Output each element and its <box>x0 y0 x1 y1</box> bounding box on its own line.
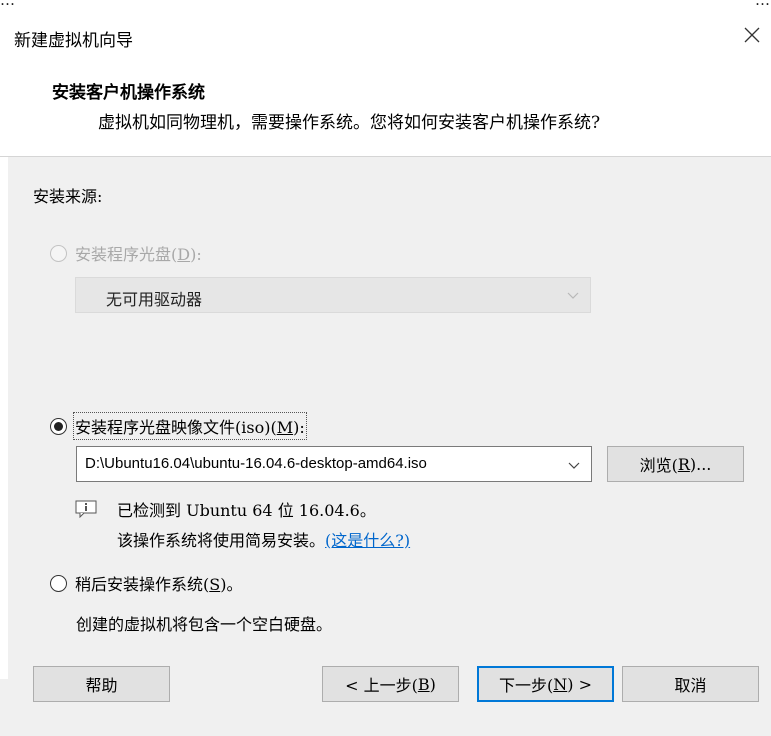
wizard-footer: 帮助 < 上一步(B) 下一步(N) > 取消 <box>0 666 771 736</box>
cancel-button[interactable]: 取消 <box>622 666 759 702</box>
window-title: 新建虚拟机向导 <box>14 31 133 51</box>
wizard-header: 安装客户机操作系统 虚拟机如同物理机，需要操作系统。您将如何安装客户机操作系统? <box>0 56 771 156</box>
next-button[interactable]: 下一步(N) > <box>477 666 614 702</box>
radio-install-disc[interactable]: 安装程序光盘(D): <box>50 241 202 265</box>
iso-path-value: D:\Ubuntu16.04\ubuntu-16.04.6-desktop-am… <box>85 455 427 472</box>
disc-drive-value: 无可用驱动器 <box>106 290 203 309</box>
background-text-left: … <box>0 0 16 9</box>
radio-disc-indicator[interactable] <box>50 244 67 262</box>
back-button[interactable]: < 上一步(B) <box>322 666 459 702</box>
info-icon <box>75 500 97 519</box>
install-source-label: 安装来源: <box>33 187 103 206</box>
radio-iso-label: 安装程序光盘映像文件(iso)(M): <box>73 412 307 440</box>
close-icon[interactable] <box>741 24 763 46</box>
radio-later-indicator[interactable] <box>50 574 67 592</box>
whats-this-link[interactable]: (这是什么?) <box>325 531 410 550</box>
disc-drive-select[interactable]: 无可用驱动器 <box>75 277 591 313</box>
iso-path-combobox[interactable]: D:\Ubuntu16.04\ubuntu-16.04.6-desktop-am… <box>76 446 592 482</box>
page-title: 安装客户机操作系统 <box>52 83 205 103</box>
easy-install-text: 该操作系统将使用简易安装。(这是什么?) <box>117 531 411 550</box>
help-button[interactable]: 帮助 <box>33 666 170 702</box>
detected-os-text: 已检测到 Ubuntu 64 位 16.04.6。 <box>117 501 376 520</box>
radio-install-later[interactable]: 稍后安装操作系统(S)。 <box>50 571 242 595</box>
chevron-down-icon[interactable] <box>567 458 581 472</box>
background-text-right: … <box>755 0 771 9</box>
radio-iso-indicator[interactable] <box>50 417 67 435</box>
install-source-panel: 安装来源: 安装程序光盘(D): 无可用驱动器 安装程序光盘映像文件(iso)(… <box>8 157 771 679</box>
radio-later-label: 稍后安装操作系统(S)。 <box>75 575 243 594</box>
radio-disc-label: 安装程序光盘(D): <box>75 245 202 264</box>
browse-button[interactable]: 浏览(R)... <box>607 446 744 482</box>
titlebar: 新建虚拟机向导 <box>0 12 771 56</box>
chevron-down-icon <box>566 288 580 302</box>
background-window-strip: … … <box>0 0 771 12</box>
new-vm-wizard-dialog: 新建虚拟机向导 安装客户机操作系统 虚拟机如同物理机，需要操作系统。您将如何安装… <box>0 12 771 736</box>
blank-disk-note: 创建的虚拟机将包含一个空白硬盘。 <box>76 615 333 634</box>
page-subtitle: 虚拟机如同物理机，需要操作系统。您将如何安装客户机操作系统? <box>98 113 601 133</box>
radio-install-iso[interactable]: 安装程序光盘映像文件(iso)(M): <box>50 412 307 440</box>
